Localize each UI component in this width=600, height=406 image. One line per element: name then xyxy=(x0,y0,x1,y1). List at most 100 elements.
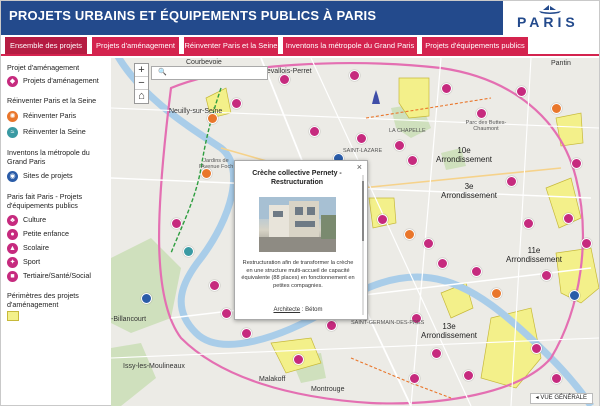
culture-icon: ♣ xyxy=(7,215,18,226)
popup-title: Crèche collective Pernety - Restructurat… xyxy=(252,170,342,186)
equipment-marker[interactable] xyxy=(523,218,534,229)
map-label: Issy-les-Moulineaux xyxy=(123,363,185,370)
legend-section-title: Paris fait Paris - Projets d'équipements… xyxy=(7,192,83,210)
equipment-marker[interactable] xyxy=(279,74,290,85)
project-photo xyxy=(259,197,336,252)
baby-icon: ● xyxy=(7,229,18,240)
map-label: 13e Arrondissement xyxy=(421,322,478,340)
legend-section-title: Inventons la métropole du Grand Paris xyxy=(7,148,90,166)
equipment-marker[interactable] xyxy=(423,238,434,249)
tab-projets-amenagement[interactable]: Projets d'aménagement xyxy=(92,37,179,54)
equipment-marker[interactable] xyxy=(409,373,420,384)
equipment-marker[interactable] xyxy=(506,176,517,187)
header-bar: PROJETS URBAINS ET ÉQUIPEMENTS PUBLICS À… xyxy=(1,1,599,35)
site-marker[interactable] xyxy=(569,290,580,301)
equipment-marker[interactable] xyxy=(407,155,418,166)
legend-item-reinventer-paris[interactable]: ✺ Réinventer Paris xyxy=(7,111,105,122)
legend-item-projets-amenagement[interactable]: ◆ Projets d'aménagement xyxy=(7,76,105,87)
map-label: SAINT-GERMAIN-DES-PRÉS xyxy=(351,320,425,326)
map-label: -Billancourt xyxy=(111,316,147,323)
equipment-marker[interactable] xyxy=(377,214,388,225)
equipment-marker[interactable] xyxy=(171,218,182,229)
popup-scrollbar[interactable] xyxy=(362,175,364,315)
legend-item-label: Sport xyxy=(23,257,41,266)
reinventer-paris-marker[interactable] xyxy=(551,103,562,114)
equipment-marker[interactable] xyxy=(441,83,452,94)
map-view[interactable]: Courbevoie Neuilly-sur-Seine Levallois-P… xyxy=(111,58,599,406)
equipment-marker[interactable] xyxy=(209,280,220,291)
equipment-marker[interactable] xyxy=(231,98,242,109)
sport-icon: ✦ xyxy=(7,257,18,268)
tab-equipements-publics[interactable]: Projets d'équipements publics xyxy=(422,37,528,54)
legend-item-perimetres[interactable] xyxy=(7,311,105,322)
equipment-marker[interactable] xyxy=(356,133,367,144)
map-label: Neuilly-sur-Seine xyxy=(169,108,223,115)
legend-item-label: Petite enfance xyxy=(23,229,69,238)
equipment-marker[interactable] xyxy=(309,126,320,137)
map-search-input[interactable]: 🔍 xyxy=(151,66,268,80)
reinventer-paris-marker[interactable] xyxy=(491,288,502,299)
map-label: 11e Arrondissement xyxy=(506,246,563,264)
equipment-marker[interactable] xyxy=(349,70,360,81)
equipment-marker[interactable] xyxy=(437,258,448,269)
legend-item-sport[interactable]: ✦ Sport xyxy=(7,257,105,268)
map-label: Malakoff xyxy=(259,376,286,383)
popup-architect: Architecte : Bétom xyxy=(241,307,355,313)
legend-item-label: Réinventer Paris xyxy=(23,111,77,120)
legend-section-title: Périmètres des projets d'aménagement xyxy=(7,291,79,309)
map-label: Levallois-Perret xyxy=(263,68,312,75)
perimeter-swatch-icon xyxy=(7,311,19,321)
map-label: Pantin xyxy=(551,60,571,67)
pin-icon: ◆ xyxy=(7,76,18,87)
home-button[interactable]: ⌂ xyxy=(135,90,148,103)
wave-icon: ≈ xyxy=(7,127,18,138)
building-photo-icon xyxy=(259,197,336,252)
equipment-marker[interactable] xyxy=(563,213,574,224)
equipment-marker[interactable] xyxy=(471,266,482,277)
tab-reinventer-paris[interactable]: Réinventer Paris et la Seine xyxy=(184,37,278,54)
equipment-marker[interactable] xyxy=(531,343,542,354)
legend-item-label: Projets d'aménagement xyxy=(23,76,99,85)
vue-generale-button[interactable]: ◂ VUE GÉNÉRALE xyxy=(529,393,593,404)
equipment-marker[interactable] xyxy=(551,373,562,384)
equipment-marker[interactable] xyxy=(463,370,474,381)
paris-logo[interactable]: PARIS xyxy=(503,1,599,35)
legend-item-label: Réinventer la Seine xyxy=(23,127,86,136)
zoom-out-button[interactable]: − xyxy=(135,77,148,90)
equipment-marker[interactable] xyxy=(476,108,487,119)
legend-item-reinventer-seine[interactable]: ≈ Réinventer la Seine xyxy=(7,127,105,138)
map-label: Parc des Buttes-Chaumont xyxy=(465,120,507,132)
equipment-marker[interactable] xyxy=(571,158,582,169)
close-icon[interactable]: × xyxy=(357,162,362,172)
legend-item-scolaire[interactable]: ▲ Scolaire xyxy=(7,243,105,254)
legend-item-petite-enfance[interactable]: ● Petite enfance xyxy=(7,229,105,240)
vue-generale-label: VUE GÉNÉRALE xyxy=(540,395,587,401)
reinventer-paris-marker[interactable] xyxy=(404,229,415,240)
equipment-marker[interactable] xyxy=(516,86,527,97)
equipment-marker[interactable] xyxy=(221,308,232,319)
zoom-in-button[interactable]: + xyxy=(135,64,148,77)
equipment-marker[interactable] xyxy=(326,320,337,331)
tab-bar: Ensemble des projets Projets d'aménageme… xyxy=(1,35,599,56)
equipment-marker[interactable] xyxy=(581,238,592,249)
equipment-marker[interactable] xyxy=(293,354,304,365)
map-label: Courbevoie xyxy=(186,59,222,66)
legend-item-tertiaire[interactable]: ■ Tertiaire/Santé/Social xyxy=(7,271,105,282)
map-label: 10e Arrondissement xyxy=(436,146,493,164)
tab-ensemble-des-projets[interactable]: Ensemble des projets xyxy=(5,37,87,54)
equipment-marker[interactable] xyxy=(541,270,552,281)
architect-link[interactable]: Architecte xyxy=(273,307,300,313)
building-icon: ■ xyxy=(7,271,18,282)
reinventer-seine-marker[interactable] xyxy=(183,246,194,257)
tab-inventons-metropole[interactable]: Inventons la métropole du Grand Paris xyxy=(283,37,417,54)
map-label: LA CHAPELLE xyxy=(389,128,426,134)
site-marker[interactable] xyxy=(141,293,152,304)
legend-item-label: Scolaire xyxy=(23,243,49,252)
map-label: 3e Arrondissement xyxy=(441,182,498,200)
equipment-marker[interactable] xyxy=(431,348,442,359)
equipment-marker[interactable] xyxy=(394,140,405,151)
equipment-marker[interactable] xyxy=(241,328,252,339)
legend-item-sites-de-projets[interactable]: ◉ Sites de projets xyxy=(7,171,105,182)
school-icon: ▲ xyxy=(7,243,18,254)
legend-item-culture[interactable]: ♣ Culture xyxy=(7,215,105,226)
